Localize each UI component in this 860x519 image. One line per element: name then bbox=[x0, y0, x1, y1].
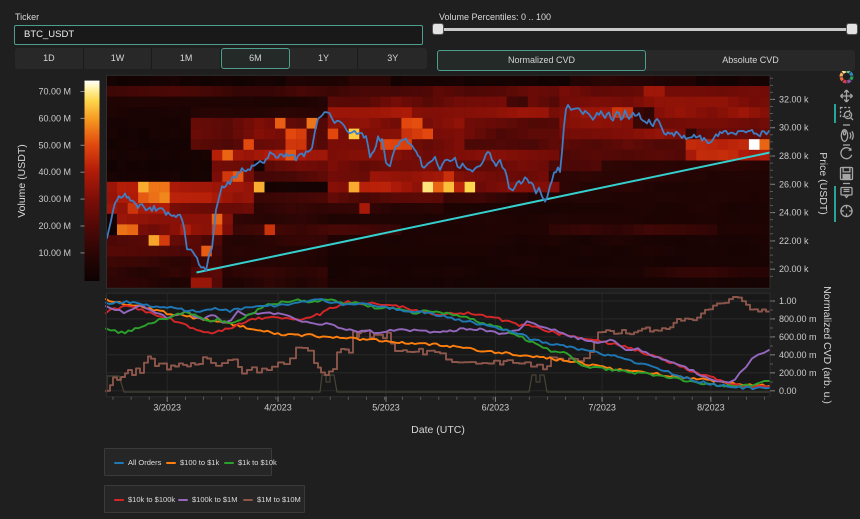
svg-text:6/2023: 6/2023 bbox=[482, 402, 510, 412]
svg-text:10.00 M: 10.00 M bbox=[38, 248, 71, 258]
svg-text:70.00 M: 70.00 M bbox=[38, 87, 71, 97]
svg-text:20.00 M: 20.00 M bbox=[38, 221, 71, 231]
svg-text:32.00 k: 32.00 k bbox=[779, 94, 809, 104]
svg-text:20.00 k: 20.00 k bbox=[779, 264, 809, 274]
svg-text:30.00 M: 30.00 M bbox=[38, 194, 71, 204]
svg-text:26.00 k: 26.00 k bbox=[779, 179, 809, 189]
svg-text:200.00 m: 200.00 m bbox=[779, 368, 817, 378]
svg-text:3/2023: 3/2023 bbox=[153, 402, 181, 412]
svg-text:0.00: 0.00 bbox=[779, 386, 797, 396]
svg-text:Date (UTC): Date (UTC) bbox=[411, 424, 465, 436]
svg-text:8/2023: 8/2023 bbox=[697, 402, 725, 412]
svg-text:30.00 k: 30.00 k bbox=[779, 123, 809, 133]
svg-text:60.00 M: 60.00 M bbox=[38, 113, 71, 123]
svg-text:4/2023: 4/2023 bbox=[264, 402, 292, 412]
svg-text:400.00 m: 400.00 m bbox=[779, 350, 817, 360]
svg-text:7/2023: 7/2023 bbox=[588, 402, 616, 412]
svg-text:22.00 k: 22.00 k bbox=[779, 236, 809, 246]
svg-text:50.00 M: 50.00 M bbox=[38, 140, 71, 150]
svg-text:Price (USDT): Price (USDT) bbox=[817, 152, 829, 214]
svg-text:600.00 m: 600.00 m bbox=[779, 332, 817, 342]
svg-text:24.00 k: 24.00 k bbox=[779, 208, 809, 218]
svg-text:5/2023: 5/2023 bbox=[372, 402, 400, 412]
svg-text:40.00 M: 40.00 M bbox=[38, 167, 71, 177]
svg-text:28.00 k: 28.00 k bbox=[779, 151, 809, 161]
svg-text:800.00 m: 800.00 m bbox=[779, 314, 817, 324]
svg-text:Volume (USDT): Volume (USDT) bbox=[16, 144, 28, 218]
svg-text:1.00: 1.00 bbox=[779, 296, 797, 306]
svg-text:Normalized CVD (arb. u.): Normalized CVD (arb. u.) bbox=[821, 286, 833, 404]
